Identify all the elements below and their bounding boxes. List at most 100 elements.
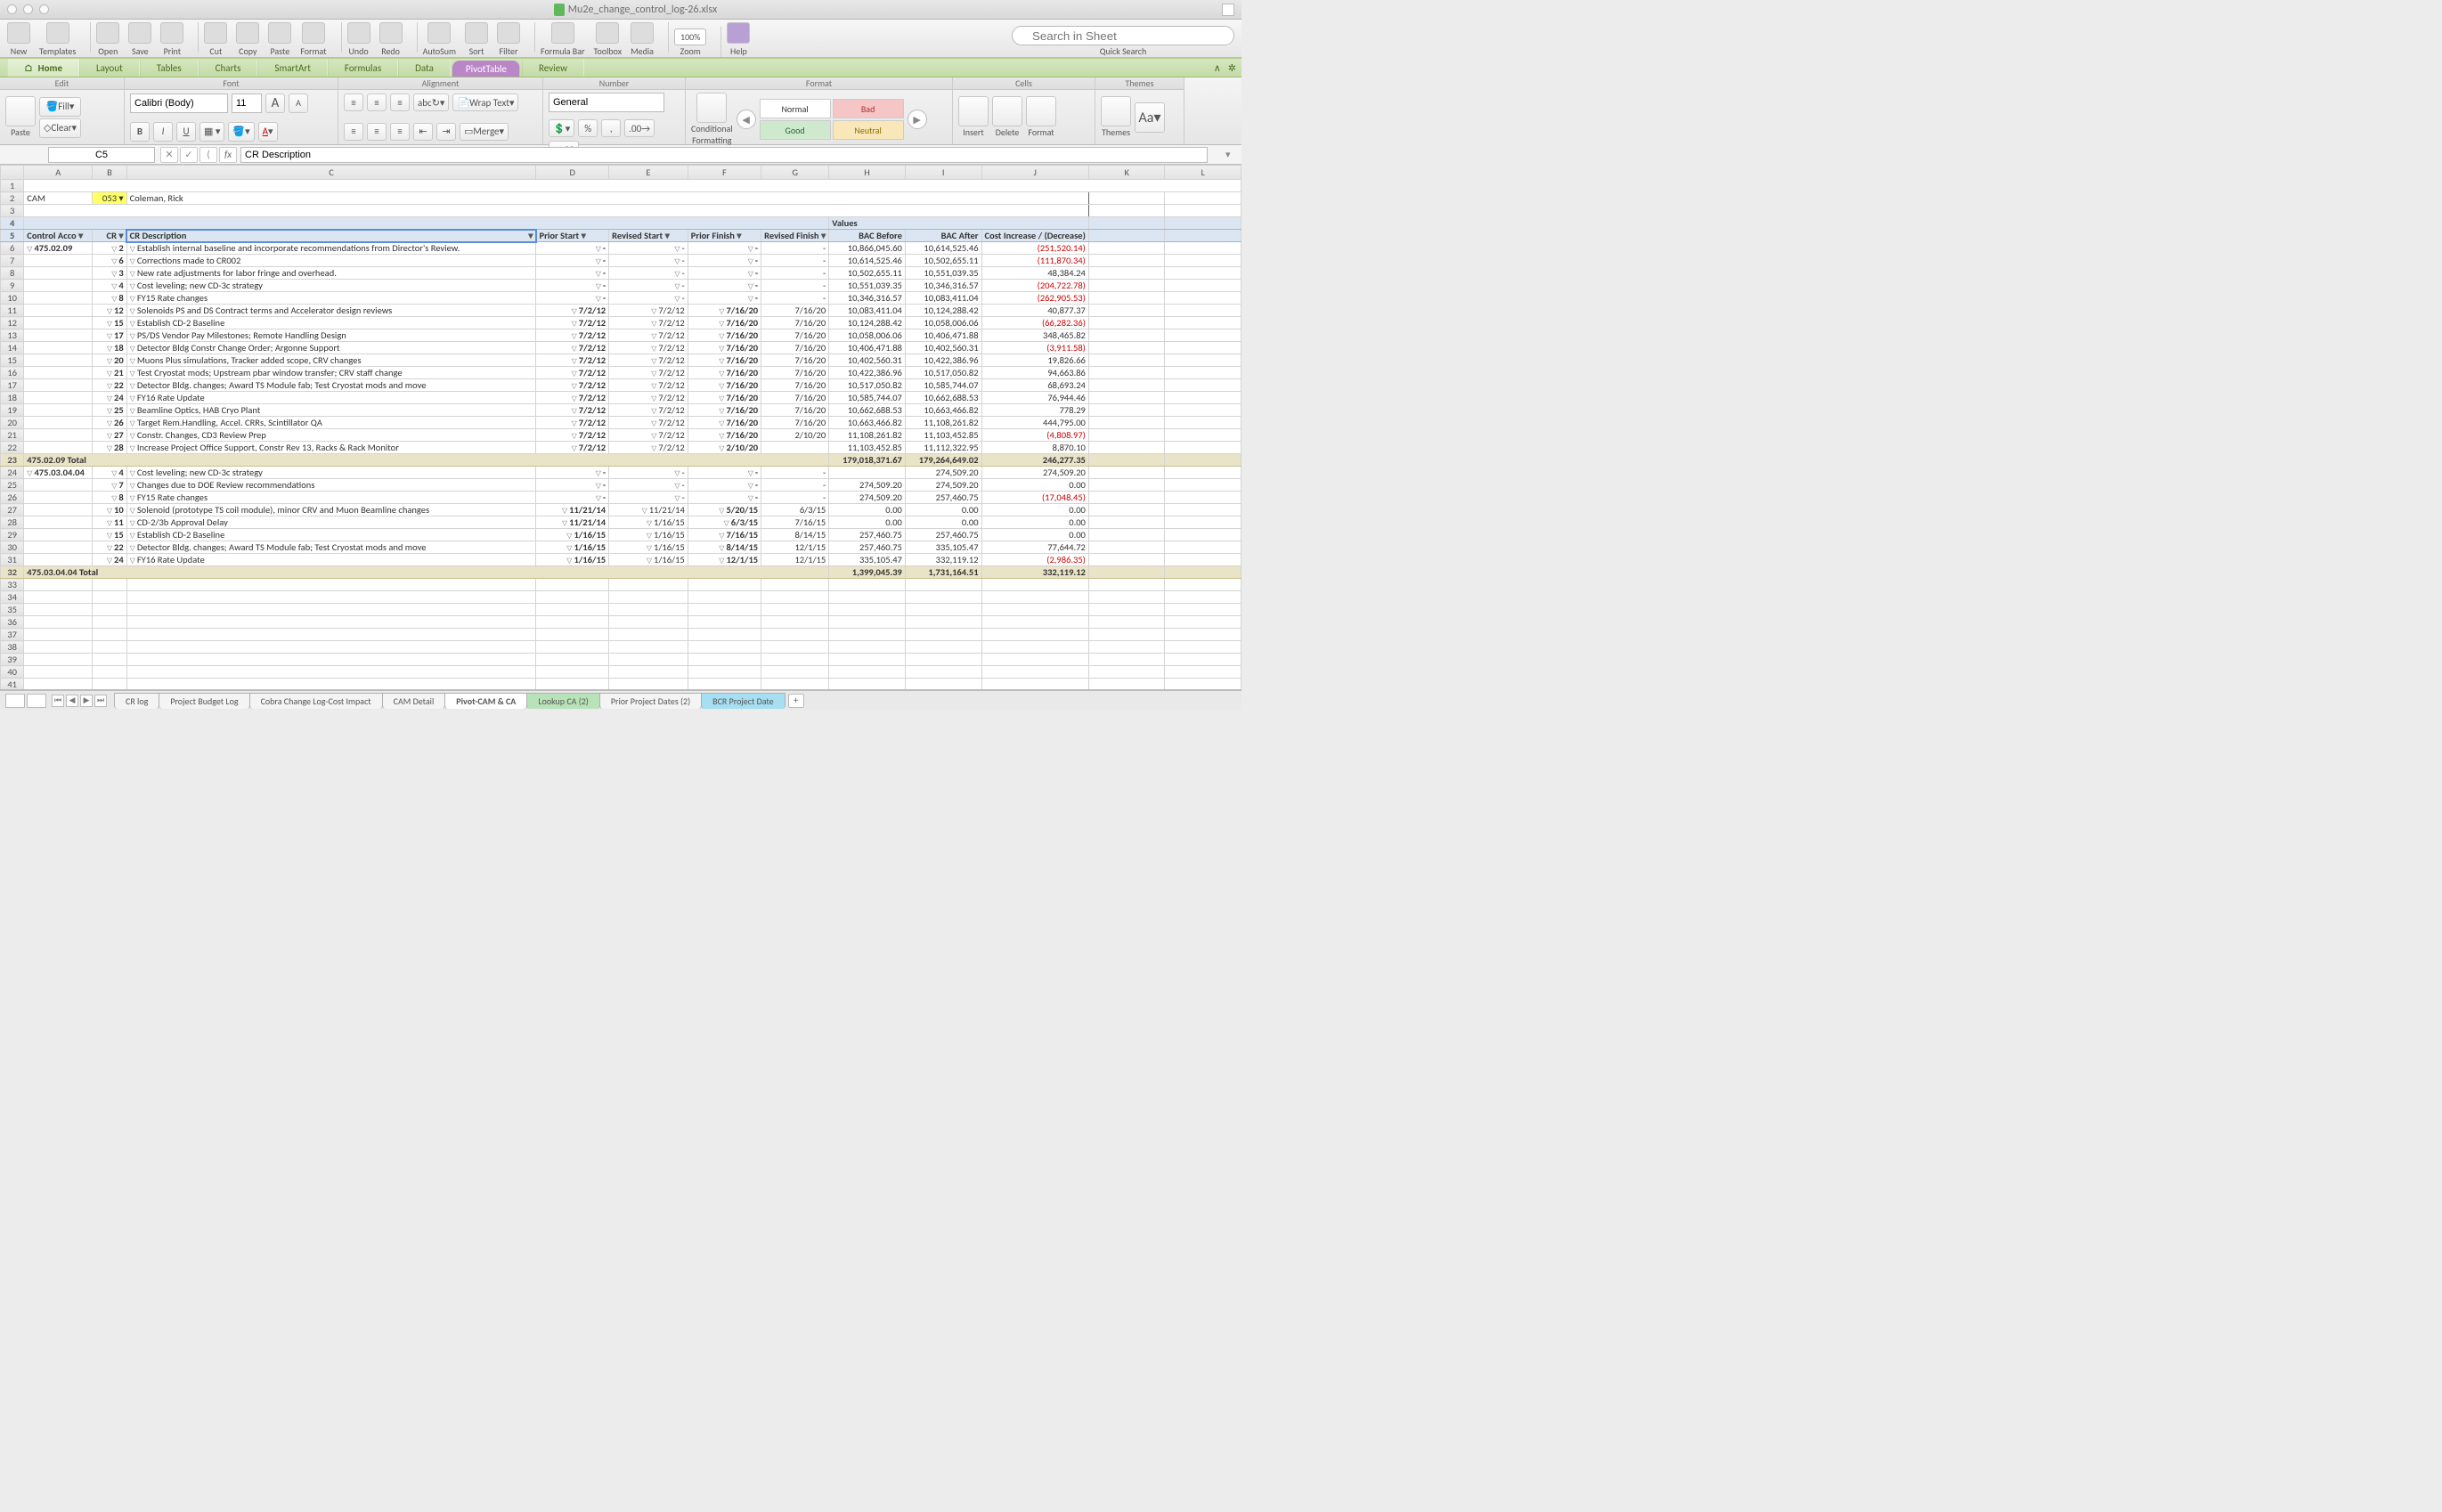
wrap-text-button[interactable]: 📄 Wrap Text ▾ xyxy=(452,93,518,111)
pivot-data-row[interactable]: 17▽22▽Detector Bldg. changes; Award TS M… xyxy=(1,379,1241,392)
align-top-button[interactable]: ≡ xyxy=(344,93,363,111)
autosum-button[interactable]: AutoSum xyxy=(423,22,456,57)
ribbon-tab-data[interactable]: Data xyxy=(398,59,451,77)
sheet-tab-cobra-change-log-cost-impact[interactable]: Cobra Change Log-Cost Impact xyxy=(249,693,383,709)
col-K[interactable]: K xyxy=(1088,166,1165,180)
fill-button[interactable]: 🪣 Fill ▾ xyxy=(39,97,81,117)
hdr-revised-start[interactable]: Revised Start ▾ xyxy=(609,230,688,242)
pivot-data-row[interactable]: 30▽22▽Detector Bldg. changes; Award TS M… xyxy=(1,541,1241,554)
page-layout-view-button[interactable] xyxy=(27,694,46,708)
orientation-button[interactable]: abc↻▾ xyxy=(413,93,449,111)
cut-button[interactable]: Cut xyxy=(204,22,227,57)
sheet-tab-cam-detail[interactable]: CAM Detail xyxy=(382,693,446,709)
ribbon-tab-charts[interactable]: Charts xyxy=(199,59,258,77)
sheet-tab-bcr-project-date[interactable]: BCR Project Date xyxy=(701,693,786,709)
row-40[interactable]: 40 xyxy=(1,666,1241,679)
style-normal[interactable]: Normal xyxy=(760,99,831,118)
ribbon-tab-formulas[interactable]: Formulas xyxy=(328,59,398,77)
normal-view-button[interactable] xyxy=(5,694,25,708)
row-39[interactable]: 39 xyxy=(1,654,1241,666)
undo-button[interactable]: Undo xyxy=(347,22,370,57)
pivot-data-row[interactable]: 19▽25▽Beamline Optics, HAB Cryo Plant▽7/… xyxy=(1,404,1241,417)
open-button[interactable]: Open xyxy=(96,22,119,57)
col-C[interactable]: C xyxy=(126,166,536,180)
hdr-revised-finish[interactable]: Revised Finish ▾ xyxy=(761,230,829,242)
fullscreen-button[interactable] xyxy=(1222,4,1234,16)
pivot-data-row[interactable]: 31▽24▽FY16 Rate Update▽1/16/15▽1/16/15▽1… xyxy=(1,554,1241,566)
pivot-data-row[interactable]: 26▽8▽FY15 Rate changes▽-▽-▽--274,509.202… xyxy=(1,492,1241,504)
style-prev-button[interactable]: ◀ xyxy=(737,110,756,129)
select-all-corner[interactable] xyxy=(1,166,24,180)
row-34[interactable]: 34 xyxy=(1,591,1241,604)
col-J[interactable]: J xyxy=(981,166,1088,180)
col-H[interactable]: H xyxy=(829,166,906,180)
save-button[interactable]: Save xyxy=(128,22,151,57)
pivot-data-row[interactable]: 27▽10▽Solenoid (prototype TS coil module… xyxy=(1,504,1241,516)
align-center-button[interactable]: ≡ xyxy=(367,123,387,141)
row-33[interactable]: 33 xyxy=(1,579,1241,591)
font-color-button[interactable]: A▾ xyxy=(258,122,278,142)
ribbon-tab-tables[interactable]: Tables xyxy=(140,59,199,77)
pivot-total-row[interactable]: 32475.03.04.04 Total1,399,045.391,731,16… xyxy=(1,566,1241,579)
row-41[interactable]: 41 xyxy=(1,679,1241,691)
comma-button[interactable]: , xyxy=(601,119,621,137)
formula-bar-button[interactable]: Formula Bar xyxy=(541,22,585,57)
tab-nav-next[interactable]: ▶ xyxy=(80,695,93,707)
formula-input[interactable] xyxy=(240,147,1208,163)
font-name-select[interactable] xyxy=(130,93,228,113)
sheet-tab-project-budget-log[interactable]: Project Budget Log xyxy=(159,693,249,709)
underline-button[interactable]: U xyxy=(176,122,196,142)
pivot-data-row[interactable]: 10▽8▽FY15 Rate changes▽-▽-▽--10,346,316.… xyxy=(1,292,1241,305)
increase-indent-button[interactable]: ⇥ xyxy=(436,123,456,141)
style-good[interactable]: Good xyxy=(760,120,831,140)
hdr-control-account[interactable]: Control Acco ▾ xyxy=(24,230,93,242)
align-left-button[interactable]: ≡ xyxy=(344,123,363,141)
tab-nav-last[interactable]: ⏭ xyxy=(94,695,107,707)
font-size-select[interactable] xyxy=(232,93,262,113)
pivot-data-row[interactable]: 24▽475.03.04.04▽4▽Cost leveling; new CD-… xyxy=(1,467,1241,479)
hdr-prior-start[interactable]: Prior Start ▾ xyxy=(536,230,609,242)
cell-B2[interactable]: 053 ▾ xyxy=(93,192,126,205)
col-D[interactable]: D xyxy=(536,166,609,180)
col-B[interactable]: B xyxy=(93,166,126,180)
sheet-tab-prior-project-dates-2-[interactable]: Prior Project Dates (2) xyxy=(599,693,702,709)
minimize-window-button[interactable] xyxy=(23,4,33,14)
format-cells-button[interactable]: Format xyxy=(1026,96,1056,138)
increase-decimal-button[interactable]: .00→ xyxy=(624,119,655,137)
formula-builder-button[interactable]: ( xyxy=(199,147,217,163)
pivot-data-row[interactable]: 22▽28▽Increase Project Office Support, C… xyxy=(1,442,1241,454)
percent-button[interactable]: % xyxy=(578,119,598,137)
ribbon-tab-review[interactable]: Review xyxy=(522,59,584,77)
conditional-formatting-button[interactable]: Conditional Formatting xyxy=(691,93,733,146)
pivot-data-row[interactable]: 29▽15▽Establish CD-2 Baseline▽1/16/15▽1/… xyxy=(1,529,1241,541)
italic-button[interactable]: I xyxy=(153,122,173,142)
style-next-button[interactable]: ▶ xyxy=(908,110,927,129)
borders-button[interactable]: ▦ ▾ xyxy=(199,122,224,142)
redo-button[interactable]: Redo xyxy=(379,22,403,57)
tab-nav-prev[interactable]: ◀ xyxy=(66,695,78,707)
close-window-button[interactable] xyxy=(7,4,17,14)
collapse-ribbon-button[interactable]: ∧ xyxy=(1214,62,1221,74)
pivot-data-row[interactable]: 8▽3▽New rate adjustments for labor fring… xyxy=(1,267,1241,280)
col-L[interactable]: L xyxy=(1165,166,1241,180)
filter-button[interactable]: Filter xyxy=(497,22,520,57)
col-E[interactable]: E xyxy=(609,166,688,180)
pivot-total-row[interactable]: 23475.02.09 Total179,018,371.67179,264,6… xyxy=(1,454,1241,467)
paste-button[interactable]: Paste xyxy=(268,22,291,57)
column-headers[interactable]: A B C D E F G H I J K L xyxy=(1,166,1241,180)
ribbon-settings-button[interactable]: ✲ xyxy=(1228,62,1236,74)
insert-cells-button[interactable]: Insert xyxy=(958,96,989,138)
worksheet-grid[interactable]: A B C D E F G H I J K L 1 2 CAM 053 ▾ Co… xyxy=(0,165,1241,690)
paste-button[interactable]: Paste xyxy=(5,96,36,138)
ribbon-tab-layout[interactable]: Layout xyxy=(79,59,140,77)
zoom-control[interactable]: 100% Zoom xyxy=(674,28,706,57)
pivot-data-row[interactable]: 20▽26▽Target Rem.Handling, Accel. CRRs, … xyxy=(1,417,1241,429)
theme-fonts-button[interactable]: Aa▾ xyxy=(1135,102,1165,133)
tab-nav-first[interactable]: ⏮ xyxy=(52,695,64,707)
ribbon-tab-pivottable[interactable]: PivotTable xyxy=(452,61,520,77)
pivot-data-row[interactable]: 7▽6▽Corrections made to CR002▽-▽-▽--10,6… xyxy=(1,255,1241,267)
align-right-button[interactable]: ≡ xyxy=(390,123,410,141)
sort-button[interactable]: Sort xyxy=(465,22,488,57)
pivot-data-row[interactable]: 28▽11▽CD-2/3b Approval Delay▽11/21/14▽1/… xyxy=(1,516,1241,529)
hdr-cr[interactable]: CR ▾ xyxy=(93,230,126,242)
